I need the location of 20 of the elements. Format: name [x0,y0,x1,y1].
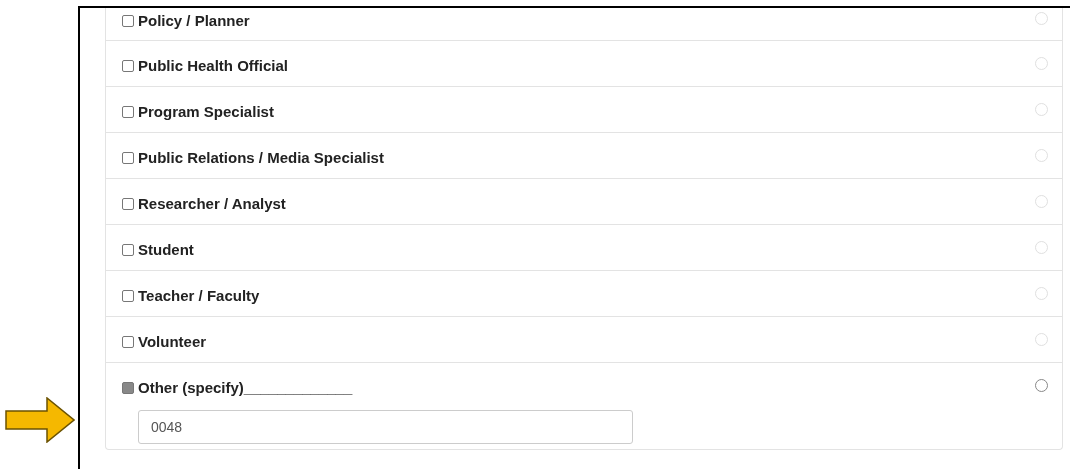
checkbox[interactable] [122,382,134,395]
option-label: Volunteer [138,332,207,352]
checkbox[interactable] [122,244,134,257]
specify-field[interactable]: 0048 [138,409,633,444]
checkbox[interactable] [122,290,134,303]
checkbox[interactable] [122,106,134,119]
checkbox[interactable] [122,15,134,28]
checkbox[interactable] [122,60,134,73]
checkbox[interactable] [122,336,134,349]
checkbox[interactable] [122,152,134,165]
option-label: Public Relations / Media Specialist [138,148,384,168]
option-label: Program Specialist [138,102,274,122]
checkbox[interactable] [122,198,134,211]
option-label: Policy / Planner [138,11,250,31]
arrow-icon [5,397,75,443]
option-label: Other (specify)_____________ [138,378,353,398]
option-label: Teacher / Faculty [138,286,260,306]
option-label: Student [138,240,194,260]
option-label: Public Health Official [138,56,289,76]
option-label: Researcher / Analyst [138,194,286,214]
